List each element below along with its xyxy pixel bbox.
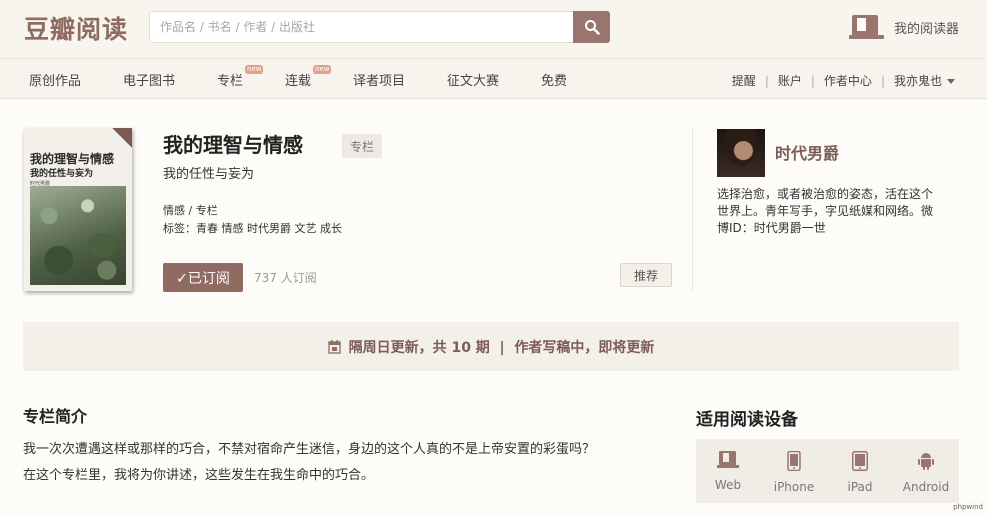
devices-title: 适用阅读设备 xyxy=(696,410,798,430)
nav-ebooks[interactable]: 电子图书 xyxy=(123,70,175,89)
my-reader-link[interactable]: 我的阅读器 xyxy=(849,14,959,40)
search-button[interactable] xyxy=(573,11,610,43)
site-logo[interactable]: 豆瓣阅读 xyxy=(24,10,128,46)
author-avatar[interactable] xyxy=(717,129,765,177)
book-cover[interactable]: 我的理智与情感 我的任性与妄为 时代男爵 xyxy=(24,128,132,291)
web-reader-icon xyxy=(717,451,739,468)
calendar-icon xyxy=(327,339,341,354)
device-label: iPad xyxy=(847,480,873,494)
new-badge: new xyxy=(313,65,332,74)
book-title: 我的理智与情感 xyxy=(163,133,303,157)
device-android[interactable]: Android xyxy=(894,451,958,494)
account-link[interactable]: 账户 xyxy=(778,72,802,89)
book-tags[interactable]: 标签：青春 情感 时代男爵 文艺 成长 xyxy=(163,220,342,236)
main-nav: 原创作品 电子图书 专栏 new 连载 new 译者项目 征文大赛 免费 提醒 | … xyxy=(0,58,987,99)
top-bar: 豆瓣阅读 我的阅读器 xyxy=(0,0,987,58)
search-box xyxy=(149,11,610,43)
device-label: Android xyxy=(902,480,950,494)
nav-contest[interactable]: 征文大赛 xyxy=(447,70,499,89)
device-label: Web xyxy=(714,478,742,492)
intro-line-2: 在这个专栏里，我将为你讲述，这些发生在我生命中的巧合。 xyxy=(23,468,375,483)
divider xyxy=(692,128,693,292)
iphone-icon xyxy=(787,451,801,471)
device-web[interactable]: Web xyxy=(696,451,760,492)
subscribed-button[interactable]: ✓已订阅 xyxy=(163,263,243,292)
notifications-link[interactable]: 提醒 xyxy=(732,72,756,89)
nav-columns-label: 专栏 xyxy=(217,74,244,89)
nav-columns[interactable]: 专栏 new xyxy=(217,65,264,89)
nav-translator-projects[interactable]: 译者项目 xyxy=(353,70,405,89)
watermark: phpwind xyxy=(953,503,983,511)
device-label: iPhone xyxy=(773,480,815,494)
subscriber-count: 737 人订阅 xyxy=(254,271,317,285)
update-text: 隔周日更新，共 10 期 | 作者写稿中，即将更新 xyxy=(348,339,655,356)
android-icon xyxy=(918,453,934,470)
user-menu: 提醒 | 账户 | 作者中心 | 我亦鬼也 xyxy=(732,72,955,89)
device-ipad[interactable]: iPad xyxy=(828,451,892,494)
cover-subtitle: 我的任性与妄为 xyxy=(30,169,94,179)
devices-panel: Web iPhone iPad Android xyxy=(696,439,959,503)
ipad-icon xyxy=(852,451,868,471)
cover-corner-ribbon xyxy=(112,128,132,148)
author-center-link[interactable]: 作者中心 xyxy=(824,72,872,89)
my-reader-label: 我的阅读器 xyxy=(894,21,960,37)
nav-serials-label: 连载 xyxy=(285,74,312,89)
nav-free[interactable]: 免费 xyxy=(541,70,567,89)
new-badge: new xyxy=(245,65,264,74)
book-subtitle: 我的任性与妄为 xyxy=(163,167,255,182)
column-type-tag: 专栏 xyxy=(342,134,382,158)
author-name[interactable]: 时代男爵 xyxy=(775,140,839,164)
search-icon xyxy=(584,20,600,35)
device-iphone[interactable]: iPhone xyxy=(762,451,826,494)
username-dropdown[interactable]: 我亦鬼也 xyxy=(894,72,955,89)
cover-title: 我的理智与情感 xyxy=(30,152,115,166)
nav-original-works[interactable]: 原创作品 xyxy=(29,70,81,89)
author-bio: 选择治愈，或者被治愈的姿态，活在这个世界上。青年写手，字见纸媒和网络。微博ID：… xyxy=(717,187,934,235)
separator: | xyxy=(880,73,885,88)
chevron-down-icon xyxy=(947,79,955,84)
separator: | xyxy=(764,73,769,88)
search-input[interactable] xyxy=(149,11,573,43)
intro-title: 专栏简介 xyxy=(23,407,88,426)
update-status-bar: 隔周日更新，共 10 期 | 作者写稿中，即将更新 xyxy=(23,322,959,371)
nav-serials[interactable]: 连载 new xyxy=(285,65,332,89)
recommend-button[interactable]: 推荐 xyxy=(620,263,672,287)
intro-line-1: 我一次次遭遇这样或那样的巧合，不禁对宿命产生迷信，身边的这个人真的不是上帝安置的… xyxy=(23,442,596,457)
reader-icon xyxy=(849,15,884,39)
username: 我亦鬼也 xyxy=(893,74,942,88)
book-category[interactable]: 情感 / 专栏 xyxy=(163,202,218,218)
cover-image xyxy=(30,186,126,285)
separator: | xyxy=(810,73,815,88)
